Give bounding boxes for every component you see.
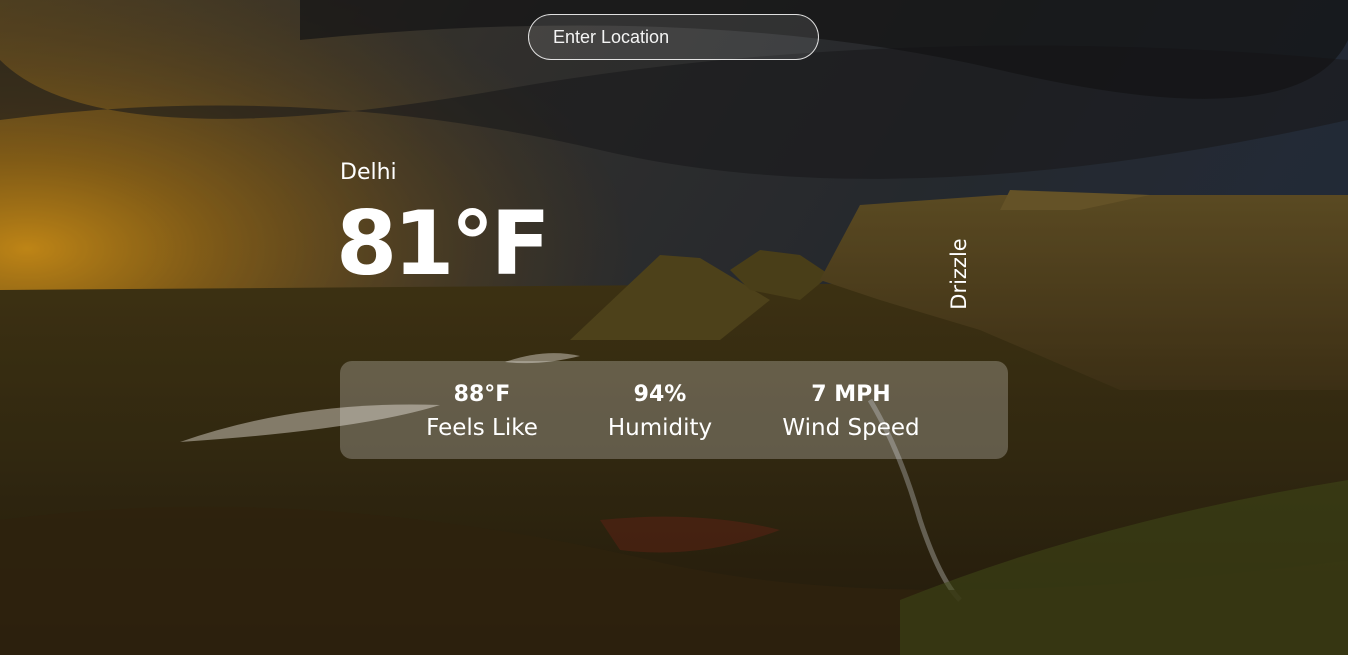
feels-like-stat: 88°F Feels Like (426, 379, 538, 445)
search-bar (528, 14, 819, 60)
location-search-input[interactable] (528, 14, 819, 60)
feels-like-label: Feels Like (426, 415, 538, 441)
humidity-value: 94% (633, 382, 687, 407)
wind-speed-stat: 7 MPH Wind Speed (782, 379, 919, 445)
humidity-stat: 94% Humidity (608, 379, 712, 445)
location-name: Delhi (340, 160, 397, 185)
weather-app: Delhi 81°F Drizzle 88°F Feels Like 94% H… (0, 0, 1348, 655)
current-temperature: 81°F (336, 192, 551, 295)
weather-condition: Drizzle (935, 235, 983, 313)
weather-condition-label: Drizzle (947, 238, 971, 310)
feels-like-value: 88°F (453, 382, 511, 407)
wind-speed-label: Wind Speed (782, 415, 920, 441)
weather-details-panel: 88°F Feels Like 94% Humidity 7 MPH Wind … (340, 361, 1008, 459)
background-overlay (0, 0, 1348, 655)
humidity-label: Humidity (607, 415, 713, 441)
wind-speed-value: 7 MPH (811, 382, 891, 407)
